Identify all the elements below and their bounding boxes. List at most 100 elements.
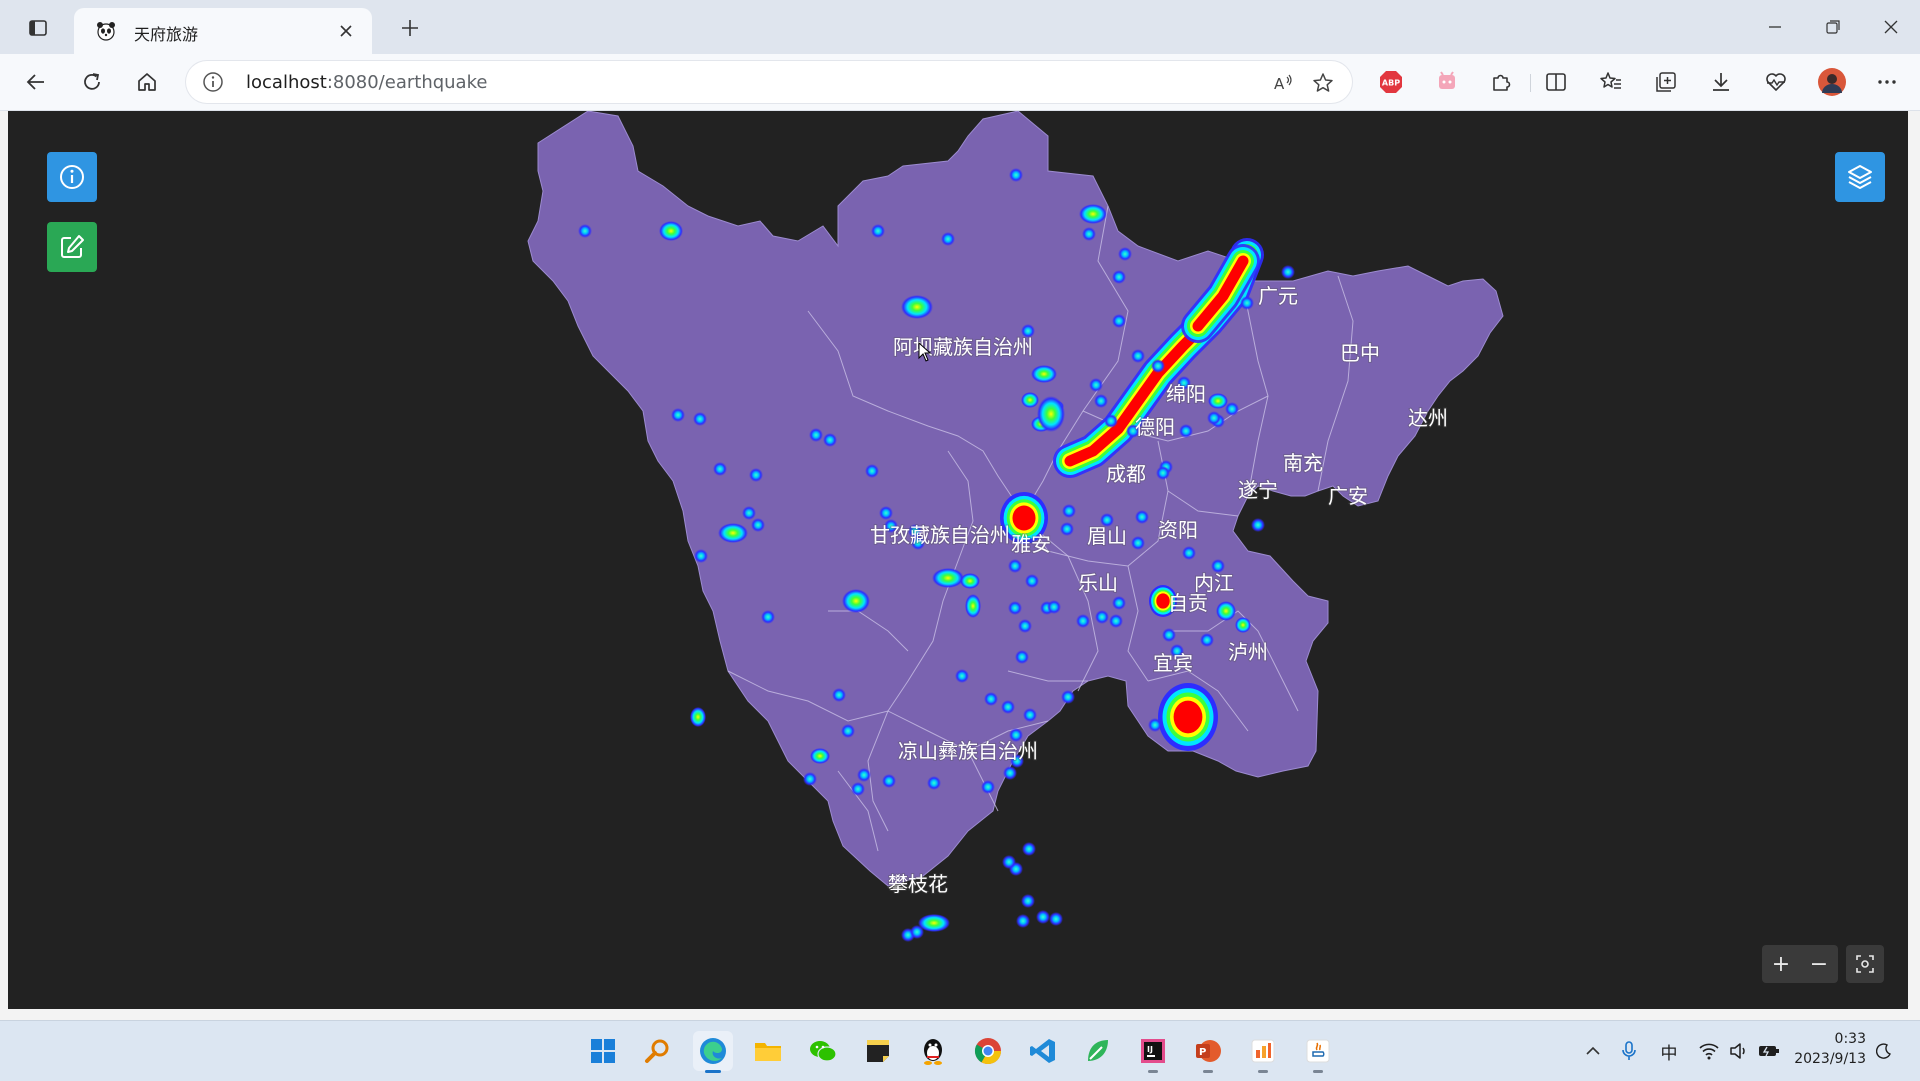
windows-start-button[interactable]	[583, 1031, 623, 1071]
edit-button[interactable]	[47, 222, 97, 272]
tab-strip: 天府旅游	[0, 0, 1920, 54]
home-button[interactable]	[129, 66, 165, 98]
city-label: 德阳	[1135, 415, 1175, 439]
svg-text:ABP: ABP	[1382, 79, 1400, 88]
heat-spot	[1089, 378, 1103, 392]
reload-button[interactable]	[74, 66, 110, 98]
heat-spot	[1047, 600, 1061, 614]
heat-spot	[1225, 402, 1239, 416]
close-window-button[interactable]	[1868, 10, 1914, 44]
taskbar-wechat[interactable]	[803, 1031, 843, 1071]
svg-text:A: A	[1274, 75, 1285, 93]
taskbar-vscode[interactable]	[1023, 1031, 1063, 1071]
clock-date: 2023/9/13	[1794, 1051, 1866, 1067]
heat-spot	[955, 669, 969, 683]
close-icon	[340, 25, 352, 37]
heat-spot	[1016, 914, 1030, 928]
tab-actions-button[interactable]	[18, 12, 58, 44]
heat-spot	[1156, 466, 1170, 480]
sticky-notes-icon	[867, 1040, 889, 1062]
map-viewport[interactable]: 广元 巴中 阿坝藏族自治州 绵阳 达州 德阳 南充 成都 遂宁 广安 甘孜藏族自治州 雅安 眉山 资阳 乐山…	[8, 111, 1908, 1009]
svg-text:IJ: IJ	[1147, 1045, 1153, 1054]
taskbar-chrome[interactable]	[968, 1031, 1008, 1071]
heat-spot	[1151, 359, 1165, 373]
split-screen-icon[interactable]	[1539, 66, 1573, 98]
url-text[interactable]: localhost:8080/earthquake	[246, 72, 487, 93]
heat-spot	[842, 589, 870, 613]
tab-title: 天府旅游	[134, 25, 199, 44]
zoom-out-button[interactable]: −	[1800, 945, 1838, 983]
back-button[interactable]	[18, 66, 54, 98]
more-menu-icon[interactable]	[1870, 66, 1904, 98]
heat-spot	[941, 232, 955, 246]
new-tab-button[interactable]	[392, 12, 428, 44]
city-label: 遂宁	[1238, 478, 1278, 502]
adblock-icon[interactable]: ABP	[1374, 66, 1408, 98]
layers-button[interactable]	[1835, 152, 1885, 202]
taskbar-qq[interactable]	[913, 1031, 953, 1071]
download-icon[interactable]	[1704, 66, 1738, 98]
battery-icon[interactable]	[1757, 1039, 1781, 1063]
city-label: 阿坝藏族自治州	[893, 335, 1033, 359]
heat-spot	[578, 224, 592, 238]
focus-moon-icon[interactable]	[1872, 1039, 1896, 1063]
active-tab[interactable]: 天府旅游	[74, 8, 372, 54]
read-aloud-icon[interactable]: A	[1270, 70, 1296, 96]
search-button[interactable]	[638, 1031, 678, 1071]
heat-spot	[1251, 518, 1265, 532]
city-label: 广元	[1258, 284, 1298, 308]
volume-icon[interactable]	[1727, 1039, 1751, 1063]
collections-icon[interactable]	[1649, 66, 1683, 98]
wifi-icon[interactable]	[1697, 1039, 1721, 1063]
close-tab-button[interactable]	[334, 19, 358, 43]
minimize-button[interactable]	[1752, 10, 1798, 44]
heat-spot	[1062, 504, 1076, 518]
taskbar-orange-app[interactable]	[1243, 1031, 1283, 1073]
heat-spot	[671, 408, 685, 422]
info-button[interactable]	[47, 152, 97, 202]
taskbar-java-app[interactable]	[1298, 1031, 1338, 1073]
earthquake-heatmap[interactable]: 广元巴中 阿坝藏族自治州绵阳达州 德阳南充 成都遂宁 广安甘孜藏族自治州 雅安 眉山 资阳乐山…	[8, 111, 1908, 1009]
taskbar-green-app[interactable]	[1078, 1031, 1118, 1071]
taskbar-powerpoint[interactable]: P	[1188, 1031, 1228, 1073]
ime-indicator[interactable]: 中	[1657, 1039, 1681, 1064]
toolbar-divider	[1530, 74, 1531, 92]
heat-spot	[1018, 619, 1032, 633]
favorites-icon[interactable]	[1594, 66, 1628, 98]
taskbar-file-explorer[interactable]	[748, 1031, 788, 1071]
info-icon[interactable]	[202, 71, 224, 93]
favorite-star-icon[interactable]	[1310, 70, 1336, 96]
heat-spot	[1207, 411, 1221, 425]
restore-button[interactable]	[1810, 10, 1856, 44]
address-bar[interactable]: localhost:8080/earthquake A	[186, 61, 1352, 103]
heat-spot	[1049, 912, 1063, 926]
heat-spot	[879, 506, 893, 520]
heat-spot	[1008, 559, 1022, 573]
heat-spot	[1021, 894, 1035, 908]
city-label: 达州	[1408, 406, 1448, 430]
heat-spot	[1082, 227, 1096, 241]
extensions-puzzle-icon[interactable]	[1484, 66, 1518, 98]
os-taskbar: IJ P 中 0:33 2023/9/13	[0, 1020, 1920, 1081]
microphone-icon[interactable]	[1617, 1039, 1641, 1063]
heat-spot	[1094, 394, 1108, 408]
extension-pink-icon[interactable]	[1430, 66, 1464, 98]
zoom-in-button[interactable]: +	[1762, 945, 1800, 983]
edge-icon	[700, 1038, 726, 1064]
taskbar-sticky-notes[interactable]	[858, 1031, 898, 1071]
taskbar-intellij[interactable]: IJ	[1133, 1031, 1173, 1073]
heat-spot	[1009, 168, 1023, 182]
city-label: 凉山彝族自治州	[898, 739, 1038, 763]
running-indicator	[1148, 1070, 1158, 1073]
fit-screen-button[interactable]	[1846, 945, 1884, 983]
city-label: 巴中	[1340, 341, 1380, 365]
heat-spot	[1031, 365, 1057, 383]
system-clock[interactable]: 0:33 2023/9/13	[1794, 1029, 1866, 1069]
taskbar-edge[interactable]	[693, 1031, 733, 1073]
heat-spot	[751, 518, 765, 532]
tray-chevron-up-icon[interactable]	[1581, 1039, 1605, 1063]
performance-heart-icon[interactable]	[1759, 66, 1793, 98]
profile-avatar[interactable]	[1815, 66, 1849, 98]
heat-spot	[1208, 393, 1228, 409]
orange-app-icon	[1251, 1039, 1275, 1063]
